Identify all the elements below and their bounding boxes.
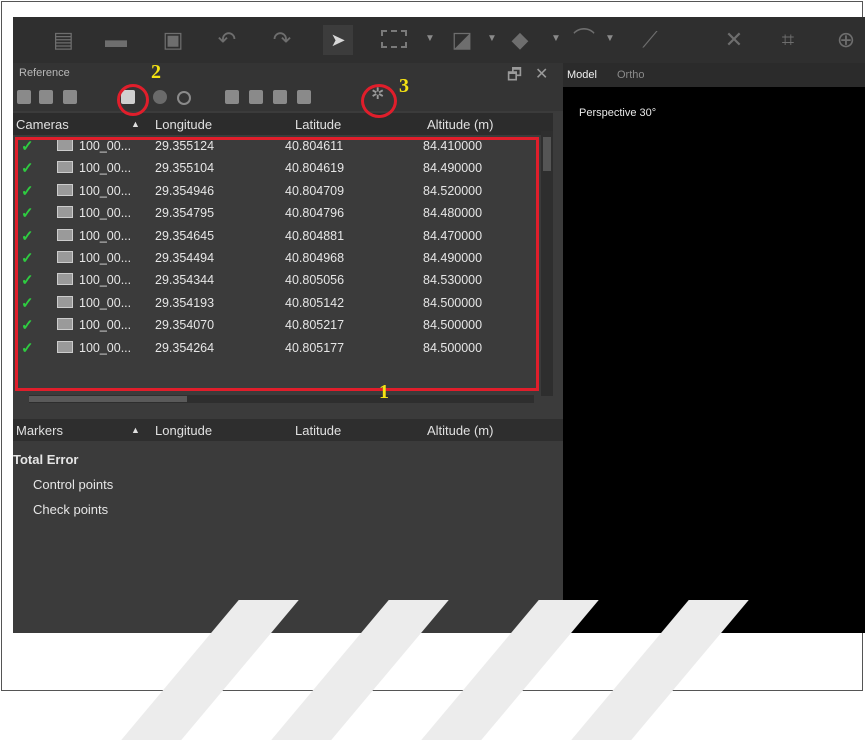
navigate-icon[interactable]: ➤ [323,25,353,55]
model-viewport[interactable]: Model Ortho Perspective 30° [563,63,865,633]
close-icon[interactable]: ✕ [535,64,548,84]
redo-icon[interactable]: ↷ [268,27,296,53]
perspective-label: Perspective 30° [579,107,657,119]
altitude-column-header[interactable]: Altitude (m) [427,423,493,438]
clear-icon[interactable] [63,90,77,104]
cameras-column-header[interactable]: Cameras [16,117,69,132]
check-points-row[interactable]: Check points [13,497,553,522]
reference-toolbar: ✲ [13,85,563,111]
scrollbar-thumb[interactable] [29,396,187,402]
total-error-row[interactable]: Total Error [13,447,553,472]
horizontal-scrollbar[interactable] [29,395,534,403]
tab-ortho[interactable]: Ortho [617,69,645,81]
sort-ascending-icon[interactable]: ▲ [131,119,140,129]
markers-table-header: Markers ▲ Longitude Latitude Altitude (m… [13,419,563,441]
export-icon[interactable] [39,90,53,104]
ruler-icon[interactable]: ⟋ [635,27,665,53]
dropdown-arrow-icon[interactable]: ▼ [425,33,435,44]
refresh-icon[interactable] [177,91,191,105]
view-variance-icon[interactable] [297,90,311,104]
crop-icon[interactable]: ⌗ [773,27,803,53]
calculator-highlight [117,84,149,116]
view-source-icon[interactable] [225,90,239,104]
altitude-column-header[interactable]: Altitude (m) [427,117,493,132]
control-points-row[interactable]: Control points [13,472,553,497]
longitude-column-header[interactable]: Longitude [155,117,212,132]
dropdown-arrow-icon[interactable]: ▼ [487,33,497,44]
markers-table-body: Total Error Control points Check points [13,447,553,522]
rectangle-selection-icon[interactable] [381,27,411,53]
latitude-column-header[interactable]: Latitude [295,423,341,438]
view-errors-icon[interactable] [273,90,287,104]
dropdown-arrow-icon[interactable]: ▼ [605,33,615,44]
annotation-number-1: 1 [379,381,389,403]
annotation-number-3: 3 [399,75,409,97]
open-icon[interactable]: ▬ [101,27,131,53]
save-icon[interactable]: ▣ [161,27,185,53]
latitude-column-header[interactable]: Latitude [295,117,341,132]
zoom-in-icon[interactable]: ⊕ [833,27,859,53]
new-icon[interactable]: ▤ [53,27,74,53]
reference-panel-title: Reference [19,67,70,79]
longitude-column-header[interactable]: Longitude [155,423,212,438]
polyline-icon[interactable]: ⌒ [569,27,599,53]
reference-panel-header: Reference 🗗 ✕ [13,63,563,85]
sort-ascending-icon[interactable]: ▲ [131,425,140,435]
vertical-scrollbar[interactable] [541,131,553,396]
view-estimated-icon[interactable] [249,90,263,104]
main-toolbar: ▤ ▬ ▣ ↶ ↷ ➤ ▼ ◪ ▼ ◆ ▼ ⌒ ▼ ⟋ ✕ ⌗ ⊕ [13,17,865,63]
markers-column-header[interactable]: Markers [16,423,63,438]
import-icon[interactable] [17,90,31,104]
undo-icon[interactable]: ↶ [213,27,241,53]
viewport-tabs: Model Ortho [563,63,865,87]
cameras-table-highlight [15,137,539,391]
dropdown-arrow-icon[interactable]: ▼ [551,33,561,44]
rotate-object-icon[interactable]: ◪ [447,27,477,53]
scrollbar-thumb[interactable] [543,137,551,171]
tools-highlight [361,84,397,118]
annotation-number-2: 2 [151,61,161,83]
cameras-table-header: Cameras ▲ Longitude Latitude Altitude (m… [13,113,553,135]
resize-region-icon[interactable]: ◆ [505,27,535,53]
star-icon[interactable] [153,90,167,104]
delete-icon[interactable]: ✕ [719,27,749,53]
metashape-window: ▤ ▬ ▣ ↶ ↷ ➤ ▼ ◪ ▼ ◆ ▼ ⌒ ▼ ⟋ ✕ ⌗ ⊕ Refere… [13,17,865,633]
tab-model[interactable]: Model [567,69,597,81]
